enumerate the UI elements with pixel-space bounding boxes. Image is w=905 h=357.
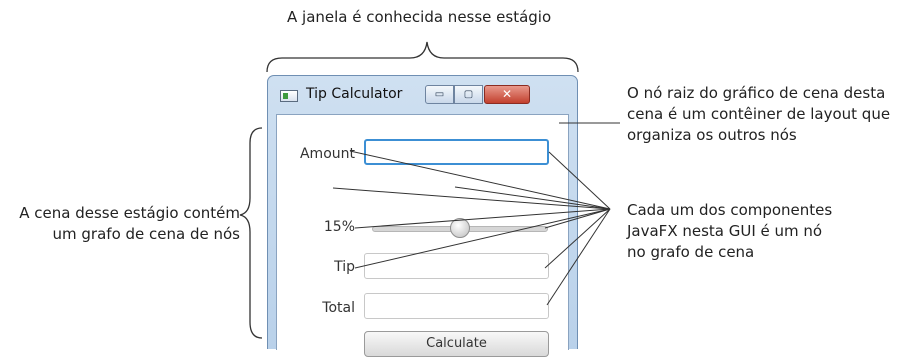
tip-label: Tip: [334, 259, 355, 275]
annotation-root-node: O nó raiz do gráfico de cena desta cena …: [627, 83, 890, 146]
annotation-components-line2: JavaFX nesta GUI é um nó: [627, 222, 823, 240]
percent-label: 15%: [323, 219, 355, 235]
annotation-components-line1: Cada um dos componentes: [627, 201, 833, 219]
annotation-root-node-line3: organiza os outros nós: [627, 126, 797, 144]
annotation-components-line3: no grafo de cena: [627, 243, 755, 261]
minimize-button[interactable]: ▭: [425, 85, 454, 104]
annotation-scene-line1: A cena desse estágio contém: [19, 204, 240, 222]
scene-root-container: Amount 15% Tip Total Calculate: [276, 114, 569, 357]
calculate-button[interactable]: Calculate: [364, 331, 549, 357]
total-label: Total: [322, 300, 355, 316]
title-bar[interactable]: Tip Calculator ▭ ▢ ✕: [268, 76, 577, 114]
maximize-button[interactable]: ▢: [454, 85, 483, 104]
amount-label: Amount: [299, 146, 355, 162]
close-button[interactable]: ✕: [484, 85, 530, 104]
top-brace: [266, 41, 579, 73]
left-brace: [239, 127, 263, 339]
annotation-window-stage: A janela é conhecida nesse estágio: [287, 8, 552, 26]
annotation-root-node-line2: cena é um contêiner de layout que: [627, 105, 891, 123]
annotation-scene: A cena desse estágio contém um grafo de …: [6, 203, 240, 245]
amount-field[interactable]: [364, 139, 549, 165]
app-window-icon: [280, 90, 298, 102]
annotation-scene-line2: um grafo de cena de nós: [52, 225, 240, 243]
total-field[interactable]: [364, 293, 549, 319]
tip-field[interactable]: [364, 253, 549, 279]
annotation-components: Cada um dos componentes JavaFX nesta GUI…: [627, 200, 832, 263]
annotation-root-node-line1: O nó raiz do gráfico de cena desta: [627, 84, 886, 102]
app-window: Tip Calculator ▭ ▢ ✕ Amount 15% Tip Tota…: [267, 75, 578, 357]
window-title: Tip Calculator: [306, 86, 403, 102]
slider-thumb[interactable]: [450, 218, 470, 238]
